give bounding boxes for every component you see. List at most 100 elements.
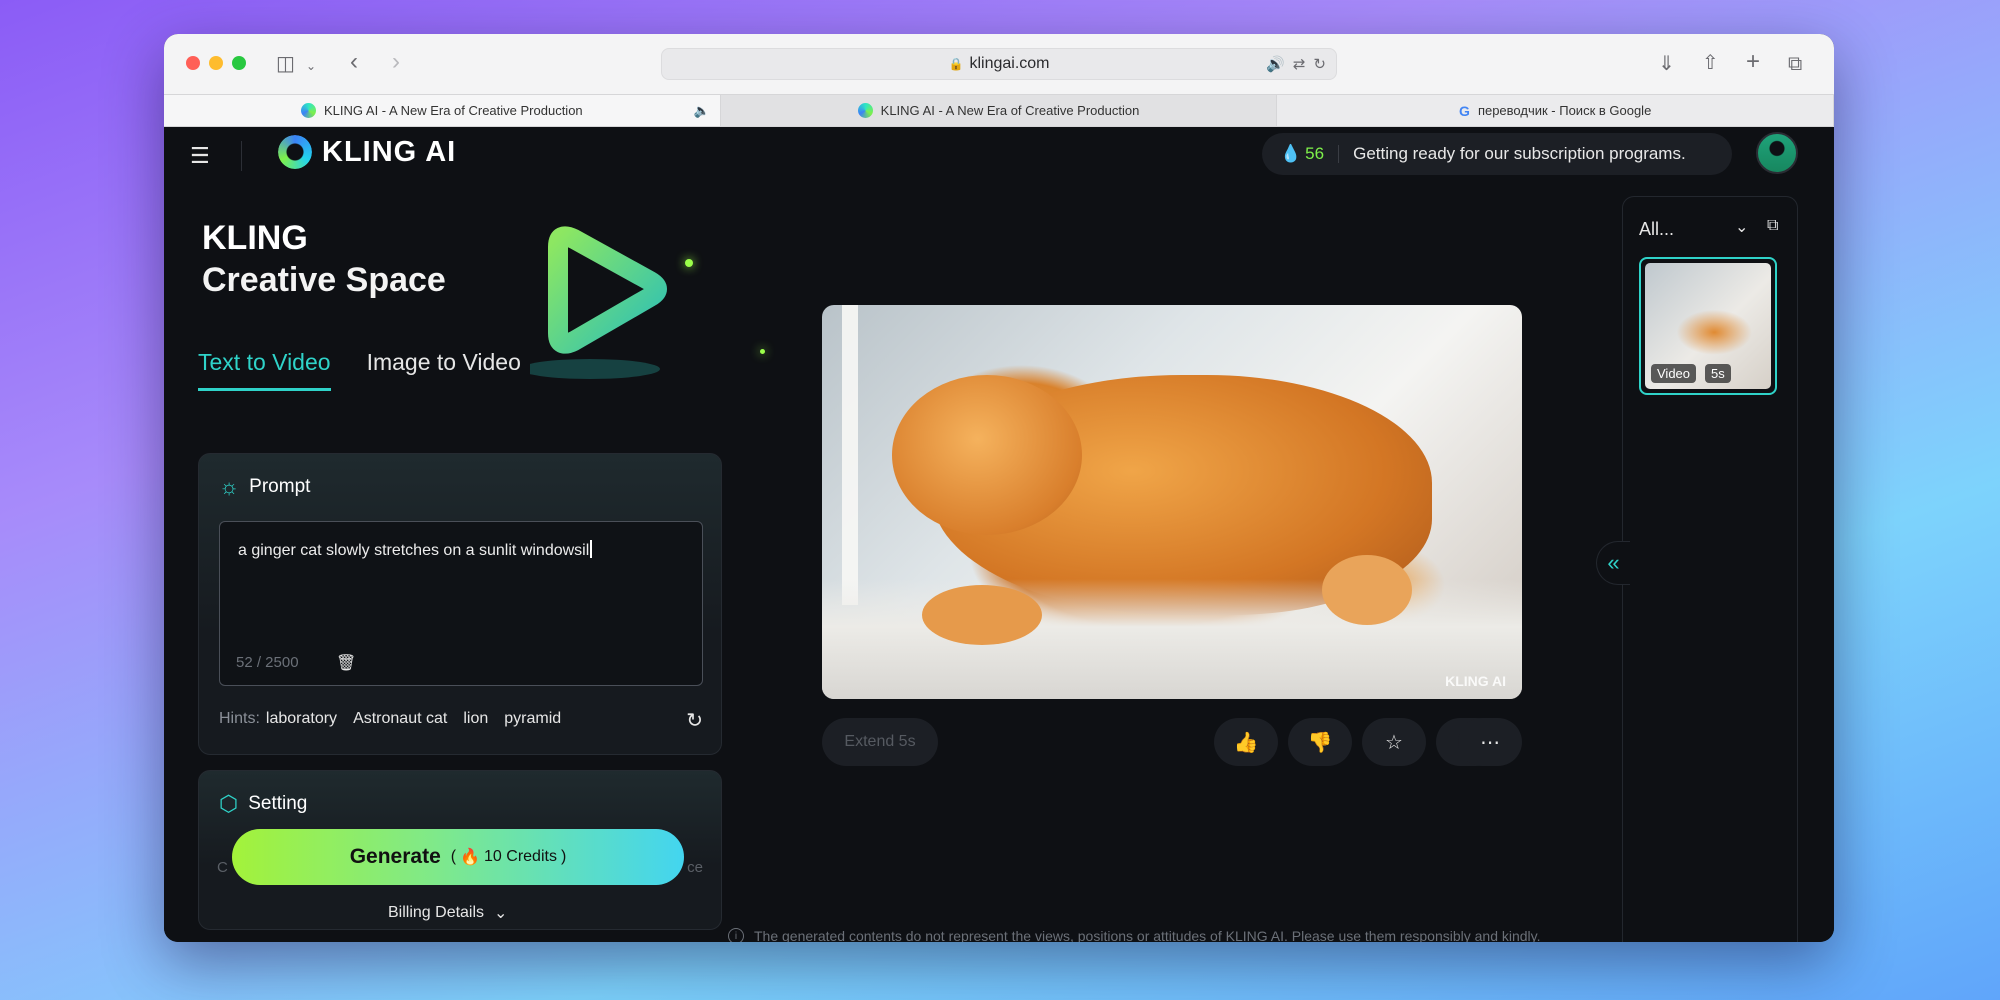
- page-title: KLING Creative Space: [202, 217, 446, 301]
- generate-label: Generate: [349, 845, 441, 868]
- tab-title: KLING AI - A New Era of Creative Product…: [323, 103, 583, 118]
- history-thumbnail: Video 5s: [1645, 263, 1771, 389]
- tab-image-to-video[interactable]: Image to Video: [367, 349, 521, 391]
- title-line-1: KLING: [202, 219, 308, 257]
- prompt-header: ☼ Prompt: [219, 474, 310, 500]
- credits-count: 56: [1305, 144, 1325, 163]
- more-button[interactable]: ⋯: [1458, 718, 1522, 766]
- header-divider: [241, 141, 242, 171]
- prompt-input[interactable]: a ginger cat slowly stretches on a sunli…: [219, 521, 703, 686]
- flame-icon: 🔥: [460, 849, 481, 866]
- info-icon: i: [728, 928, 744, 942]
- browser-tab-kling-1[interactable]: KLING AI - A New Era of Creative Product…: [164, 95, 721, 126]
- disclaimer: i The generated contents do not represen…: [728, 928, 1541, 942]
- speaker-icon[interactable]: 🔊: [1266, 55, 1285, 73]
- sparkle-dot: [685, 259, 693, 267]
- zoom-window-button[interactable]: [232, 56, 246, 70]
- menu-icon[interactable]: ☰: [190, 145, 212, 167]
- sun-icon: ☼: [219, 474, 240, 499]
- generate-button[interactable]: Generate ( 🔥 10 Credits ): [232, 829, 684, 885]
- kling-favicon-icon: [857, 103, 873, 118]
- like-button[interactable]: 👍: [1214, 718, 1278, 766]
- setting-text-faded: ce: [687, 859, 703, 876]
- dislike-button[interactable]: 👎: [1288, 718, 1352, 766]
- collapse-sidebar-button[interactable]: «: [1596, 541, 1630, 585]
- setting-text-faded: C: [217, 859, 228, 876]
- lock-icon: 🔒: [948, 57, 964, 71]
- history-filter[interactable]: All...: [1639, 219, 1674, 240]
- generate-credits: ( 🔥 10 Credits ): [451, 847, 567, 867]
- history-item[interactable]: Video 5s: [1639, 257, 1777, 395]
- tab-audio-icon[interactable]: 🔈: [693, 103, 709, 119]
- char-count: 52 / 2500: [236, 654, 299, 671]
- hint-chip[interactable]: pyramid: [504, 710, 561, 728]
- billing-label: Billing Details: [388, 904, 485, 921]
- chevron-down-icon[interactable]: ⌄: [306, 56, 316, 76]
- tab-title: KLING AI - A New Era of Creative Product…: [880, 103, 1140, 118]
- new-tab-icon[interactable]: +: [1746, 50, 1760, 74]
- downloads-icon[interactable]: ⇓: [1658, 54, 1675, 74]
- play-logo-art: [530, 226, 667, 379]
- chevron-down-icon: ⌄: [494, 905, 508, 922]
- video-watermark: KLING AI: [1445, 673, 1506, 689]
- refresh-hints-icon[interactable]: ↻: [686, 708, 703, 733]
- trash-icon[interactable]: 🗑: [336, 653, 356, 673]
- hexagon-icon: ⬡: [219, 791, 239, 816]
- sidebar-toggle-icon[interactable]: ◫: [276, 54, 295, 74]
- sparkle-dot: [760, 349, 765, 354]
- tab-overview-icon[interactable]: ⧉: [1788, 54, 1802, 74]
- mode-tabs: Text to Video Image to Video: [198, 349, 521, 391]
- favorite-button[interactable]: ☆: [1362, 718, 1426, 766]
- hint-chip[interactable]: lion: [463, 710, 488, 728]
- window-frame-shape: [842, 305, 858, 605]
- reload-icon[interactable]: ↻: [1313, 55, 1326, 73]
- address-url: klingai.com: [969, 55, 1050, 72]
- browser-tab-kling-2[interactable]: KLING AI - A New Era of Creative Product…: [720, 95, 1278, 126]
- hint-chip[interactable]: Astronaut cat: [353, 710, 447, 728]
- duration-badge: 5s: [1705, 364, 1731, 383]
- share-icon[interactable]: ⇧: [1702, 53, 1719, 73]
- more-icon: ⋯: [1480, 731, 1500, 754]
- extend-button[interactable]: Extend 5s: [822, 718, 938, 766]
- google-favicon-icon: G: [1459, 102, 1470, 119]
- close-window-button[interactable]: [186, 56, 200, 70]
- disclaimer-text: The generated contents do not represent …: [754, 928, 1541, 942]
- forward-icon[interactable]: ›: [392, 50, 400, 74]
- avatar[interactable]: [1756, 132, 1798, 174]
- kling-logo[interactable]: KLING AI: [278, 135, 456, 169]
- cat-head-shape: [892, 375, 1082, 535]
- translate-icon[interactable]: ⇄: [1293, 55, 1306, 73]
- app-header: ☰ KLING AI 💧 56 Getting ready for our su…: [164, 127, 1834, 193]
- browser-tab-google[interactable]: G переводчик - Поиск в Google: [1277, 95, 1834, 126]
- video-preview[interactable]: KLING AI: [822, 305, 1522, 699]
- double-chevron-left-icon: «: [1607, 550, 1620, 575]
- cat-paw-shape: [922, 585, 1042, 645]
- hints-label: Hints:: [219, 710, 260, 727]
- paren-close: ): [560, 848, 567, 865]
- billing-details-toggle[interactable]: Billing Details ⌄: [388, 903, 507, 923]
- prompt-value: a ginger cat slowly stretches on a sunli…: [238, 540, 592, 560]
- setting-header: ⬡ Setting: [219, 791, 307, 817]
- kling-app: ☰ KLING AI 💧 56 Getting ready for our su…: [164, 127, 1834, 942]
- type-badge: Video: [1651, 364, 1697, 383]
- paren-open: (: [450, 848, 457, 865]
- title-line-2: Creative Space: [202, 261, 446, 299]
- tab-title: переводчик - Поиск в Google: [1477, 103, 1652, 118]
- hint-chip[interactable]: laboratory: [266, 710, 337, 728]
- prompt-title: Prompt: [249, 476, 311, 497]
- star-icon: ☆: [1385, 731, 1403, 754]
- back-icon[interactable]: ‹: [350, 50, 358, 74]
- setting-title: Setting: [248, 793, 308, 814]
- minimize-window-button[interactable]: [209, 56, 223, 70]
- generate-credits-text: 10 Credits: [484, 848, 557, 865]
- address-bar[interactable]: 🔒 klingai.com 🔊 ⇄ ↻: [661, 48, 1337, 80]
- thumbs-down-icon: 👎: [1307, 731, 1333, 754]
- chevron-down-icon[interactable]: ⌄: [1735, 217, 1748, 237]
- history-sidebar: All... ⌄ ⧉ Video 5s: [1622, 196, 1798, 942]
- windowsill-shape: [822, 579, 1522, 699]
- browser-window: ◫ ⌄ ‹ › 🔒 klingai.com 🔊 ⇄ ↻ ⇓ ⇧ + ⧉ KLIN…: [164, 34, 1834, 942]
- prompt-card: ☼ Prompt a ginger cat slowly stretches o…: [198, 453, 722, 755]
- multi-select-icon[interactable]: ⧉: [1767, 217, 1778, 235]
- credits-banner[interactable]: 💧 56 Getting ready for our subscription …: [1262, 133, 1732, 175]
- tab-text-to-video[interactable]: Text to Video: [198, 349, 331, 391]
